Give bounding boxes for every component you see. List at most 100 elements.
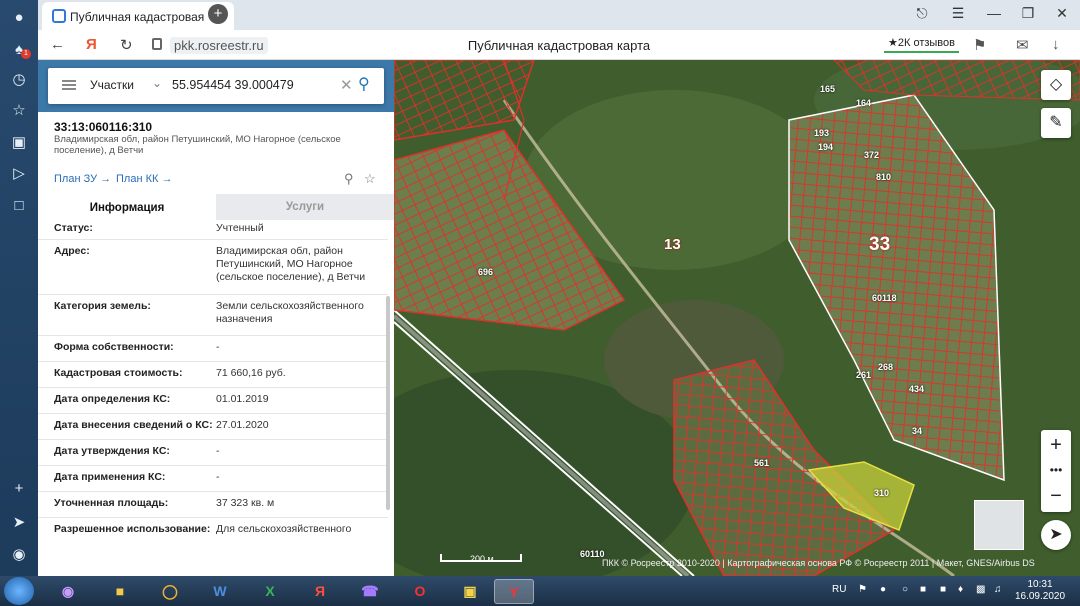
favorite-star-icon[interactable]: ☆: [364, 171, 376, 187]
yandex-app-icon[interactable]: Я: [300, 579, 340, 604]
network-icon[interactable]: ▩: [976, 584, 985, 595]
menu-icon[interactable]: [62, 80, 76, 90]
attr-key: Дата утверждения КС:: [54, 445, 170, 457]
minimize-icon[interactable]: —: [984, 5, 1004, 21]
tab-strip: Публичная кадастровая ✕ + ⎋ ☰ — ❐ ✕: [38, 0, 1080, 30]
attr-row: Дата внесения сведений о КС: 27.01.2020: [38, 414, 388, 440]
scale-label: 200 м: [470, 554, 494, 564]
language-indicator[interactable]: RU: [832, 584, 846, 595]
attr-value: 27.01.2020: [216, 419, 269, 431]
search-type-select[interactable]: Участки: [90, 78, 134, 92]
lock-icon[interactable]: [152, 38, 162, 50]
cadastral-map[interactable]: 13 33 60118 60110 310 696 372 810 434 56…: [394, 60, 1080, 576]
attr-key: Разрешенное использование:: [54, 523, 211, 535]
menu-icon[interactable]: ☰: [948, 5, 968, 22]
zoom-in-icon[interactable]: +: [1041, 432, 1071, 458]
new-tab-button[interactable]: +: [208, 4, 228, 24]
download-icon[interactable]: ↓: [1052, 36, 1060, 53]
tab-title: Публичная кадастровая: [70, 10, 205, 24]
bookmark-icon[interactable]: ⚑: [973, 36, 986, 54]
attr-key: Кадастровая стоимость:: [54, 367, 183, 379]
plan-zu-link[interactable]: План ЗУ →: [54, 173, 111, 185]
parcel-address: Владимирская обл, район Петушинский, МО …: [54, 134, 341, 156]
ruler-icon[interactable]: ✎: [1041, 108, 1071, 138]
profile-icon[interactable]: ●: [9, 8, 29, 28]
zoom-controls: + ••• −: [1041, 430, 1071, 512]
yandex-browser-app-icon[interactable]: Y: [494, 579, 534, 604]
attributes-list: Статус: Учтенный Адрес: Владимирская обл…: [38, 220, 388, 544]
close-window-icon[interactable]: ✕: [1052, 5, 1072, 22]
star-icon[interactable]: ☆: [9, 101, 29, 121]
maximize-icon[interactable]: ❐: [1018, 5, 1038, 22]
attr-row: Дата применения КС: -: [38, 466, 388, 492]
attr-row: Категория земель: Земли сельскохозяйстве…: [38, 295, 388, 336]
panel-scrollbar[interactable]: [386, 296, 390, 510]
history-icon[interactable]: ◷: [9, 70, 29, 90]
tab-services[interactable]: Услуги: [216, 194, 394, 220]
attr-value: 01.01.2019: [216, 393, 269, 405]
map-label: 13: [664, 236, 681, 253]
taskbar: ◉ ■ ◯ W X Я ☎ O ▣ Y RU ⚑ ● ○ ■ ■ ♦ ▩ ♫ 1…: [0, 576, 1080, 606]
attr-row: Адрес: Владимирская обл, район Петушинск…: [38, 240, 388, 295]
tray-opera-icon[interactable]: ○: [902, 584, 908, 595]
start-button[interactable]: [4, 577, 34, 605]
excel-app-icon[interactable]: X: [250, 579, 290, 604]
tab-information[interactable]: Информация: [38, 194, 216, 220]
send-icon[interactable]: ➤: [9, 513, 29, 533]
attr-row: Статус: Учтенный: [38, 220, 388, 240]
map-copyright: ПКК © Росреестр 2010-2020 | Картографиче…: [602, 558, 1035, 568]
map-label: 810: [876, 172, 892, 182]
layers-icon[interactable]: ◇: [1041, 70, 1071, 100]
bookmarks-icon[interactable]: ⎋: [912, 5, 932, 22]
collections-icon[interactable]: ▣: [9, 133, 29, 153]
satellite-map-graphics: [394, 60, 1080, 576]
tray-vk-icon[interactable]: ●: [880, 584, 886, 595]
clear-icon[interactable]: ✕: [340, 76, 353, 94]
attr-row: Дата утверждения КС: -: [38, 440, 388, 466]
tray-flag-icon[interactable]: ⚑: [858, 584, 867, 595]
attr-value: -: [216, 341, 220, 353]
browser-tab[interactable]: Публичная кадастровая ✕: [42, 2, 234, 30]
map-label: 193: [814, 128, 830, 138]
opera-app-icon[interactable]: O: [400, 579, 440, 604]
more-icon[interactable]: •••: [1041, 457, 1071, 483]
map-label: 60110: [580, 549, 605, 559]
attr-value: Для сельскохозяйственного: [216, 523, 352, 535]
map-label: 561: [754, 458, 770, 468]
chevron-down-icon[interactable]: ⌄: [152, 76, 162, 90]
yandex-logo-icon[interactable]: Я: [86, 36, 97, 53]
add-icon[interactable]: +: [9, 479, 29, 499]
plan-kk-link[interactable]: План КК →: [116, 173, 172, 185]
play-icon[interactable]: ▷: [9, 164, 29, 184]
minimap[interactable]: [974, 500, 1024, 550]
zoom-out-icon[interactable]: −: [1041, 483, 1071, 509]
folder-app-icon[interactable]: ■: [100, 579, 140, 604]
chrome-app-icon[interactable]: ◯: [150, 579, 190, 604]
search-icon[interactable]: ⚲: [358, 74, 370, 94]
attr-value: Земли сельскохозяйственного назначения: [216, 300, 364, 325]
back-icon[interactable]: ←: [50, 36, 65, 53]
reviews-button[interactable]: ★2К отзывов: [884, 34, 959, 53]
bluetooth-icon[interactable]: ♦: [958, 584, 963, 595]
viber-app-icon[interactable]: ☎: [350, 579, 390, 604]
zoom-to-icon[interactable]: ⚲: [344, 171, 354, 187]
compass-icon[interactable]: ➤: [1041, 520, 1071, 550]
tray-app-icon[interactable]: ■: [940, 584, 946, 595]
volume-icon[interactable]: ♫: [994, 584, 1002, 595]
attr-key: Форма собственности:: [54, 341, 174, 353]
search-input[interactable]: [172, 78, 322, 92]
tab-counter-icon[interactable]: □: [9, 196, 29, 216]
attr-value: 71 660,16 руб.: [216, 367, 286, 379]
alice-icon[interactable]: ◉: [9, 545, 29, 565]
url-field[interactable]: pkk.rosreestr.ru: [170, 37, 268, 54]
tray-app-icon[interactable]: ■: [920, 584, 926, 595]
archive-app-icon[interactable]: ▣: [450, 579, 490, 604]
clock[interactable]: 10:31 16.09.2020: [1010, 579, 1070, 603]
chat-icon[interactable]: ✉: [1016, 36, 1029, 54]
attr-key: Уточненная площадь:: [54, 497, 169, 509]
reload-icon[interactable]: ↻: [120, 36, 133, 54]
alice-app-icon[interactable]: ◉: [48, 579, 88, 604]
word-app-icon[interactable]: W: [200, 579, 240, 604]
attr-key: Адрес:: [54, 245, 90, 257]
search-box: Участки ⌄ ✕ ⚲: [48, 68, 384, 104]
